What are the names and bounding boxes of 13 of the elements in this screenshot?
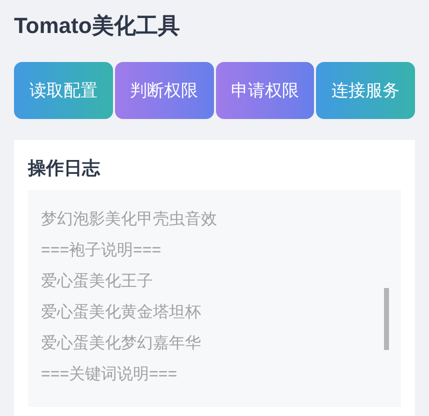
log-line: 爱心蛋美化黄金塔坦杯 bbox=[41, 302, 202, 323]
app-title: Tomato美化工具 bbox=[14, 12, 181, 40]
action-button[interactable]: 判断权限 bbox=[114, 62, 214, 119]
log-line: 梦幻泡影美化甲壳虫音效 bbox=[41, 210, 218, 230]
action-button[interactable]: 读取配置 bbox=[14, 62, 113, 119]
action-button[interactable]: 连接服务 bbox=[316, 62, 415, 119]
log-line: ===关键词说明=== bbox=[41, 364, 178, 385]
log-title: 操作日志 bbox=[28, 157, 102, 180]
action-button[interactable]: 申请权限 bbox=[216, 62, 314, 119]
scrollbar-thumb bbox=[384, 288, 389, 350]
log-line: 爱心蛋美化梦幻嘉年华 bbox=[41, 334, 202, 354]
log-line: 爱心蛋美化王子 bbox=[41, 272, 154, 292]
log-line: ===袍子说明=== bbox=[41, 240, 162, 261]
